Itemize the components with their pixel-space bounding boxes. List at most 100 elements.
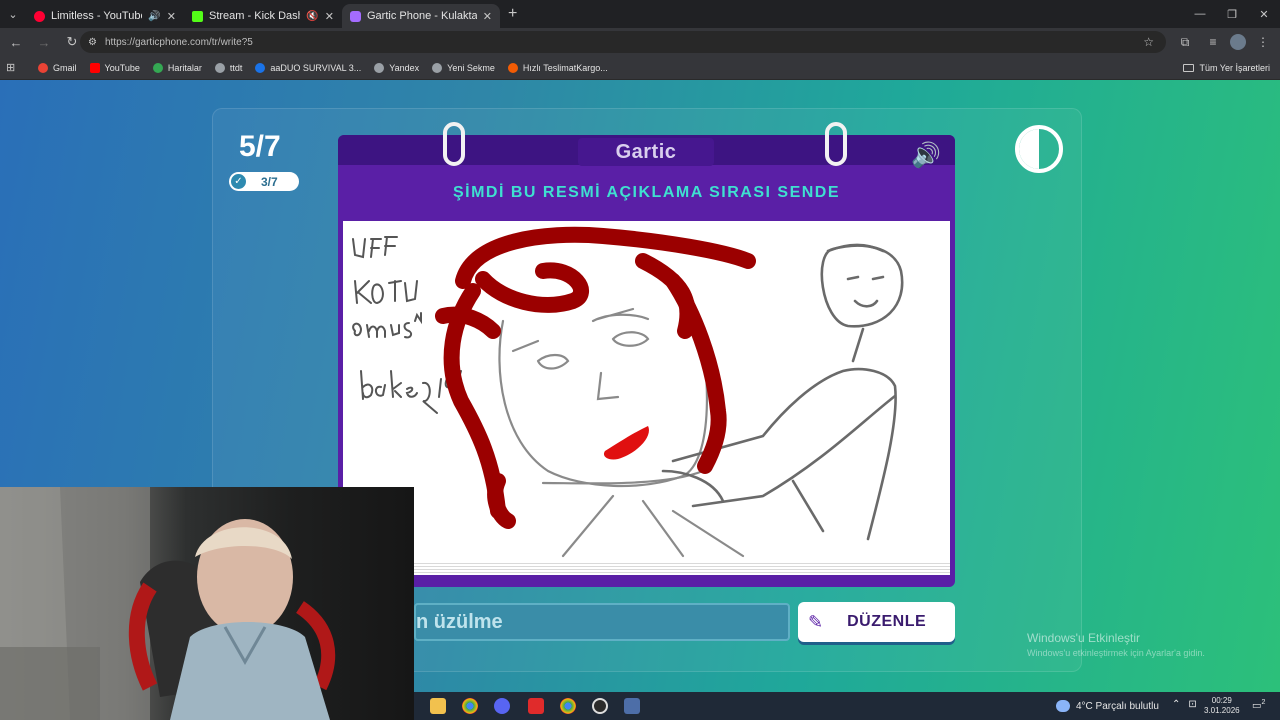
bookmark-label: Yandex bbox=[389, 62, 420, 73]
drawing-handwriting bbox=[352, 236, 462, 414]
edit-button[interactable]: ✎ DÜZENLE bbox=[798, 602, 955, 642]
file-explorer-icon[interactable] bbox=[430, 698, 446, 714]
bookmark-label: Yeni Sekme bbox=[447, 62, 495, 73]
address-bar[interactable]: ⚙ https://garticphone.com/tr/write?5 ☆ bbox=[80, 31, 1166, 53]
drawing-sketch-dark bbox=[661, 243, 904, 541]
discord-icon[interactable] bbox=[494, 698, 510, 714]
weather-text: 4°C Parçalı bulutlu bbox=[1076, 700, 1159, 712]
site-icon bbox=[507, 62, 518, 73]
tab-kick-dashboard[interactable]: Stream - Kick Dashboard 🔇 ✕ bbox=[184, 4, 342, 28]
forward-icon[interactable]: → bbox=[32, 30, 56, 54]
media-controls-icon[interactable]: ≡ bbox=[1202, 31, 1224, 53]
globe-icon bbox=[214, 62, 225, 73]
tab-youtube-music[interactable]: Limitless - YouTube Music 🔊 ✕ bbox=[26, 4, 184, 28]
all-bookmarks[interactable]: Tüm Yer İşaretleri bbox=[1183, 63, 1270, 73]
folder-icon bbox=[1183, 63, 1195, 72]
url-text: https://garticphone.com/tr/write?5 bbox=[104, 36, 253, 48]
app-icon[interactable] bbox=[624, 698, 640, 714]
description-input[interactable]: n üzülme bbox=[414, 603, 790, 641]
back-icon[interactable]: ← bbox=[4, 30, 28, 54]
system-tray: ⌃ ⊡ bbox=[1172, 699, 1197, 710]
kick-favicon-icon bbox=[192, 10, 203, 22]
bookmark-label: Gmail bbox=[53, 62, 77, 73]
all-bookmarks-label: Tüm Yer İşaretleri bbox=[1199, 62, 1270, 73]
close-tab-icon[interactable]: ✕ bbox=[325, 10, 334, 23]
clock-date: 3.01.2026 bbox=[1204, 706, 1240, 715]
youtube-icon bbox=[89, 62, 100, 73]
bookmark-youtube[interactable]: YouTube bbox=[89, 62, 140, 73]
weather-widget[interactable]: 4°C Parçalı bulutlu bbox=[1056, 700, 1159, 712]
bookmark-duo-survival[interactable]: aaDUO SURVIVAL 3... bbox=[255, 62, 362, 73]
apps-grid-icon[interactable]: ⊞ bbox=[6, 61, 20, 74]
bookmark-haritalar[interactable]: Haritalar bbox=[152, 62, 202, 73]
toolbar-actions: ⧉ ≡ ⋮ bbox=[1174, 28, 1274, 56]
notebook-pages-edge bbox=[343, 561, 950, 575]
chrome-profile-icon[interactable] bbox=[560, 698, 576, 714]
windows-taskbar: 4°C Parçalı bulutlu ⌃ ⊡ 00:29 3.01.2026 … bbox=[414, 692, 1280, 720]
bookmark-star-icon[interactable]: ☆ bbox=[1143, 35, 1154, 49]
close-tab-icon[interactable]: ✕ bbox=[483, 10, 492, 23]
instruction-text: ŞİMDİ BU RESMİ AÇIKLAMA SIRASI SENDE bbox=[452, 184, 841, 201]
notifications-icon[interactable]: ▭2 bbox=[1252, 699, 1265, 711]
bookmark-hizli-teslimat[interactable]: Hızlı TeslimatKargo... bbox=[507, 62, 608, 73]
clock[interactable]: 00:29 3.01.2026 bbox=[1204, 696, 1240, 716]
wps-office-icon[interactable] bbox=[528, 698, 544, 714]
menu-kebab-icon[interactable]: ⋮ bbox=[1252, 31, 1274, 53]
binder-ring-icon bbox=[443, 122, 465, 166]
window-controls: — ❐ ✕ bbox=[1184, 0, 1280, 28]
activate-windows-subtitle: Windows'u etkinleştirmek için Ayarlar'a … bbox=[1027, 648, 1205, 658]
bookmark-label: Haritalar bbox=[167, 62, 202, 73]
gmail-icon bbox=[38, 62, 48, 73]
profile-avatar[interactable] bbox=[1230, 34, 1246, 50]
bookmark-yandex[interactable]: Yandex bbox=[374, 62, 420, 73]
muted-speaker-icon[interactable]: 🔇 bbox=[306, 11, 318, 22]
activate-windows-title: Windows'u Etkinleştir bbox=[1027, 631, 1140, 645]
browser-toolbar: ← → ↻ ⚙ https://garticphone.com/tr/write… bbox=[0, 28, 1280, 56]
clock-time: 00:29 bbox=[1211, 696, 1232, 705]
bookmark-gmail[interactable]: Gmail bbox=[38, 62, 77, 73]
tab-title: Stream - Kick Dashboard bbox=[209, 10, 300, 22]
tab-strip: ⌄ Limitless - YouTube Music 🔊 ✕ Stream -… bbox=[0, 0, 1280, 28]
bookmark-label: aaDUO SURVIVAL 3... bbox=[270, 62, 362, 73]
drawing-lips bbox=[603, 426, 649, 460]
webcam-feed bbox=[0, 487, 336, 720]
check-icon: ✓ bbox=[231, 174, 246, 189]
extensions-icon[interactable]: ⧉ bbox=[1174, 31, 1196, 53]
player-drawing bbox=[352, 226, 904, 558]
tab-search-chevron-icon[interactable]: ⌄ bbox=[0, 0, 26, 28]
chrome-icon[interactable] bbox=[462, 698, 478, 714]
site-info-icon[interactable]: ⚙ bbox=[88, 37, 97, 48]
minimize-icon[interactable]: — bbox=[1184, 0, 1216, 28]
restore-icon[interactable]: ❐ bbox=[1216, 0, 1248, 28]
sound-icon[interactable]: 🔊 bbox=[911, 141, 941, 170]
timer-icon bbox=[1015, 125, 1063, 173]
network-icon[interactable]: ⊡ bbox=[1188, 699, 1196, 710]
drawing-book: Gartic 🔊 ŞİMDİ BU RESMİ AÇIKLAMA SIRASI … bbox=[338, 122, 955, 587]
bookmarks-bar: ⊞ Gmail YouTube Haritalar ttdt aaDUO SUR… bbox=[0, 56, 1280, 80]
close-tab-icon[interactable]: ✕ bbox=[167, 10, 176, 23]
globe-icon bbox=[432, 62, 443, 73]
tray-chevron-icon[interactable]: ⌃ bbox=[1172, 699, 1180, 710]
site-icon bbox=[255, 62, 266, 73]
players-done-count: 3/7 bbox=[261, 174, 278, 189]
bookmark-yeni-sekme[interactable]: Yeni Sekme bbox=[432, 62, 495, 73]
maps-icon bbox=[152, 62, 163, 73]
bookmark-label: YouTube bbox=[104, 62, 140, 73]
round-counter: 5/7 bbox=[239, 130, 281, 163]
obs-icon[interactable] bbox=[592, 698, 608, 714]
drawing-canvas bbox=[343, 221, 950, 561]
bookmark-label: Hızlı TeslimatKargo... bbox=[522, 62, 608, 73]
tab-title: Limitless - YouTube Music bbox=[51, 10, 143, 22]
pencil-icon: ✎ bbox=[808, 611, 824, 632]
new-tab-icon[interactable]: + bbox=[508, 5, 517, 23]
youtube-music-favicon-icon bbox=[34, 10, 45, 22]
edit-button-label: DÜZENLE bbox=[847, 613, 927, 630]
gartic-logo: Gartic bbox=[578, 138, 714, 166]
bookmark-ttdt[interactable]: ttdt bbox=[214, 62, 243, 73]
gartic-favicon-icon bbox=[350, 10, 361, 22]
bookmark-label: ttdt bbox=[229, 62, 243, 73]
players-done-badge: ✓ 3/7 bbox=[229, 172, 299, 191]
close-window-icon[interactable]: ✕ bbox=[1248, 0, 1280, 28]
speaker-icon[interactable]: 🔊 bbox=[148, 11, 160, 22]
tab-gartic-phone[interactable]: Gartic Phone - Kulaktan Kulağa ✕ bbox=[342, 4, 500, 28]
